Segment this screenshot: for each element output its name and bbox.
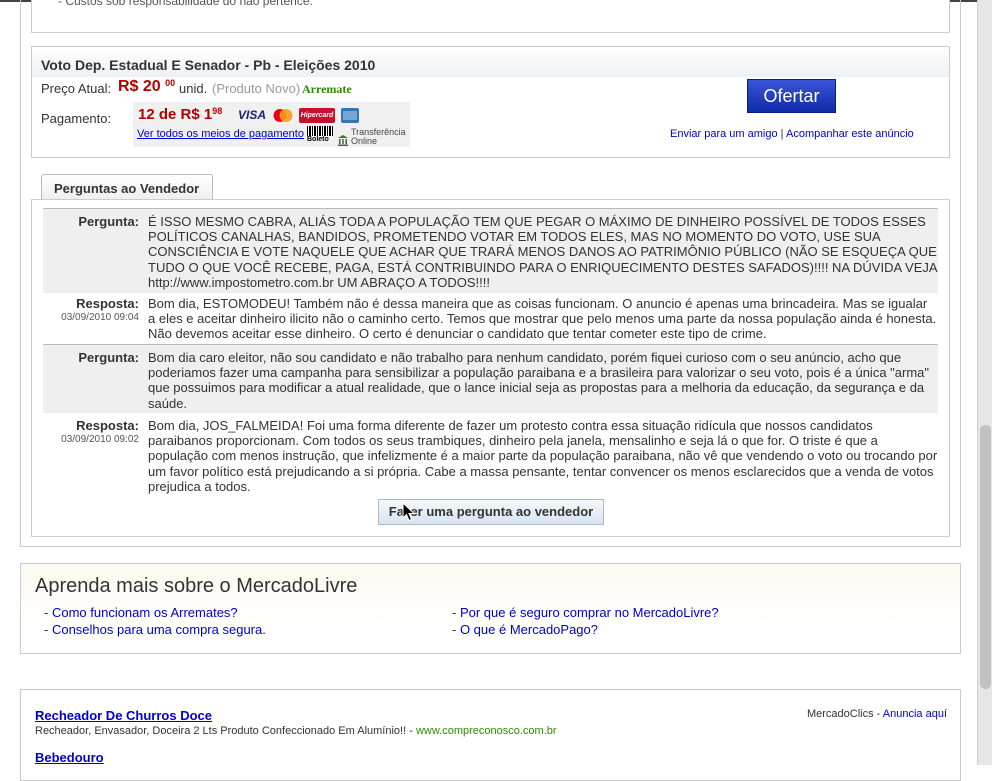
learn-link-arremates[interactable]: - Como funcionam os Arremates? (44, 605, 238, 620)
learn-link-safety-tips[interactable]: - Conselhos para uma compra segura. (44, 622, 266, 637)
bullet: - (452, 622, 460, 637)
sale-type-badge: Arremate (302, 82, 352, 96)
learn-more-box: Aprenda mais sobre o MercadoLivre - Como… (20, 563, 961, 654)
offer-button[interactable]: Ofertar (747, 79, 836, 113)
transfer-label: Transferência Online (351, 128, 406, 146)
vertical-scrollbar[interactable] (977, 0, 992, 765)
price-unit: unid. (179, 81, 208, 96)
ad-title-link[interactable]: Recheador De Churros Doce (35, 708, 212, 723)
ad-description: Recheador, Envasador, Doceira 2 Lts Prod… (35, 725, 557, 737)
learn-link-label[interactable]: Como funcionam os Arremates? (52, 605, 238, 620)
answer-date: 03/09/2010 09:02 (61, 434, 139, 445)
hipercard-logo: Hipercard (299, 108, 335, 123)
advertise-here-link[interactable]: Anuncia aquí (883, 708, 947, 720)
learn-link-label[interactable]: Por que é seguro comprar no MercadoLivre… (460, 605, 719, 620)
mercadoclics-label: MercadoClics - Anuncia aquí (807, 708, 947, 720)
payment-label: Pagamento: (41, 111, 112, 126)
follow-listing-link[interactable]: Acompanhar este anúncio (786, 128, 914, 140)
send-to-friend-link[interactable]: Enviar para um amigo (670, 128, 778, 140)
learn-more-title: Aprenda mais sobre o MercadoLivre (35, 575, 358, 597)
question-row: Pergunta: É ISSO MESMO CABRA, ALIÁS TODA… (43, 208, 938, 293)
visa-logo: VISA (237, 108, 266, 122)
learn-link-why-safe[interactable]: - Por que é seguro comprar no MercadoLiv… (452, 605, 719, 620)
tab-questions-label: Perguntas ao Vendedor (54, 181, 200, 196)
learn-link-label[interactable]: O que é MercadoPago? (460, 622, 598, 637)
bullet: - (452, 605, 460, 620)
price-label: Preço Atual: (41, 81, 112, 96)
answer-row: Resposta: 03/09/2010 09:02 Bom dia, JOS_… (43, 413, 938, 495)
questions-panel: Pergunta: É ISSO MESMO CABRA, ALIÁS TODA… (31, 199, 950, 537)
bullet: - (44, 605, 52, 620)
mercadoclics-text: MercadoClics - (806, 708, 883, 720)
amex-logo (341, 108, 359, 123)
price-cents: 00 (165, 78, 176, 88)
question-row: Pergunta: Bom dia caro eleitor, não sou … (43, 344, 938, 413)
bank-icon (337, 134, 349, 146)
product-condition: (Produto Novo) (212, 81, 301, 96)
question-text: É ISSO MESMO CABRA, ALIÁS TODA A POPULAÇ… (148, 214, 937, 290)
payment-box: 12 de R$ 198 Ver todos os meios de pagam… (133, 102, 410, 147)
answer-date: 03/09/2010 09:04 (61, 312, 139, 323)
previous-item-text: - Custos sob responsabilidade do não per… (58, 0, 313, 8)
bullet: - (44, 622, 52, 637)
listing-actions: Enviar para um amigo | Acompanhar este a… (670, 128, 914, 140)
mastercard-logo (271, 108, 295, 123)
boleto-label: Boleto (307, 136, 329, 143)
scrollbar-thumb[interactable] (980, 425, 991, 689)
boleto-icon: Boleto (307, 126, 333, 146)
answer-text: Bom dia, JOS_FALMEIDA! Foi uma forma dif… (148, 418, 938, 494)
learn-link-mercadopago[interactable]: - O que é MercadoPago? (452, 622, 598, 637)
listing-title: Voto Dep. Estadual E Senador - Pb - Elei… (41, 57, 376, 73)
installments-cents: 98 (212, 106, 223, 116)
sponsored-ads-box: Recheador De Churros Doce Recheador, Env… (20, 689, 961, 781)
listing-box: Voto Dep. Estadual E Senador - Pb - Elei… (31, 46, 950, 158)
answer-text: Bom dia, ESTOMODEU! Também não é dessa m… (148, 296, 937, 342)
price-main: R$ 20 (118, 78, 161, 95)
separator: | (780, 128, 784, 140)
transfer-label-line2: Online (351, 136, 378, 146)
price-value: R$ 20 00 (118, 78, 175, 96)
ad-url[interactable]: www.compreconosco.com.br (416, 725, 557, 737)
payment-methods-link[interactable]: Ver todos os meios de pagamento (137, 128, 304, 140)
question-label: Pergunta: (78, 214, 139, 229)
answer-label: Resposta: (76, 418, 139, 433)
ad-description-text: Recheador, Envasador, Doceira 2 Lts Prod… (35, 725, 416, 737)
ad-title-link[interactable]: Bebedouro (35, 750, 104, 765)
installments-main: 12 de R$ 1 (138, 106, 213, 123)
answer-row: Resposta: 03/09/2010 09:04 Bom dia, ESTO… (43, 293, 938, 343)
question-label: Pergunta: (78, 350, 139, 365)
mouse-cursor-icon (402, 501, 416, 522)
question-text: Bom dia caro eleitor, não sou candidato … (148, 350, 930, 411)
learn-link-label[interactable]: Conselhos para uma compra segura. (52, 622, 266, 637)
answer-label: Resposta: (76, 296, 139, 311)
installments-text: 12 de R$ 198 (138, 106, 222, 123)
tab-questions[interactable]: Perguntas ao Vendedor (41, 174, 213, 200)
